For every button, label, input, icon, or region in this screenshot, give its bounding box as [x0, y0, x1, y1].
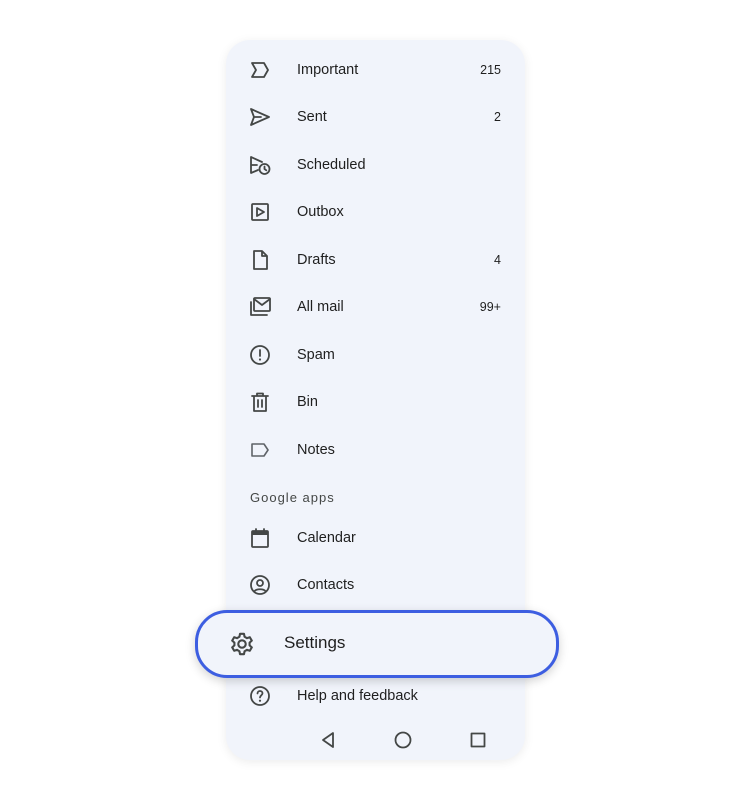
menu-item-label: Spam [297, 347, 335, 363]
menu-item-label: Scheduled [297, 157, 366, 173]
menu-item-label: Drafts [297, 252, 336, 268]
menu-item-label: Sent [297, 109, 327, 125]
menu-item-label: Outbox [297, 204, 344, 220]
spam-icon [248, 343, 272, 367]
scheduled-icon [248, 153, 272, 177]
menu-item-help-and-feedback[interactable]: Help and feedback [226, 676, 525, 716]
home-icon[interactable] [389, 726, 417, 754]
system-navigation-bar [226, 726, 525, 754]
all-mail-icon [248, 295, 272, 319]
send-icon [248, 105, 272, 129]
section-heading-google-apps: Google apps [250, 490, 335, 505]
menu-item-sent[interactable]: Sent 2 [226, 97, 525, 137]
menu-item-notes[interactable]: Notes [226, 430, 525, 470]
menu-item-label: Help and feedback [297, 688, 418, 704]
menu-item-outbox[interactable]: Outbox [226, 192, 525, 232]
unread-count: 2 [494, 110, 501, 124]
trash-icon [248, 390, 272, 414]
recents-icon[interactable] [464, 726, 492, 754]
outbox-icon [248, 200, 272, 224]
unread-count: 99+ [479, 300, 501, 314]
menu-item-all-mail[interactable]: All mail 99+ [226, 287, 525, 327]
settings-label: Settings [284, 633, 346, 652]
menu-item-drafts[interactable]: Drafts 4 [226, 240, 525, 280]
label-icon [248, 438, 272, 462]
back-icon[interactable] [314, 726, 342, 754]
unread-count: 4 [494, 253, 501, 267]
menu-item-important[interactable]: Important 215 [226, 50, 525, 90]
menu-item-calendar[interactable]: Calendar [226, 518, 525, 558]
gear-icon [228, 630, 256, 658]
menu-item-label: Contacts [297, 577, 355, 593]
contacts-icon [248, 573, 272, 597]
menu-item-scheduled[interactable]: Scheduled [226, 145, 525, 185]
help-icon [248, 684, 272, 708]
unread-count: 215 [480, 63, 501, 77]
menu-item-label: Notes [297, 442, 335, 458]
menu-item-label: Important [297, 62, 359, 78]
menu-item-label: Bin [297, 394, 318, 410]
calendar-icon [248, 526, 272, 550]
menu-item-settings[interactable]: Settings [195, 610, 559, 678]
draft-icon [248, 248, 272, 272]
menu-item-contacts[interactable]: Contacts [226, 565, 525, 605]
menu-item-bin[interactable]: Bin [226, 382, 525, 422]
menu-item-label: All mail [297, 299, 344, 315]
menu-item-label: Calendar [297, 530, 356, 546]
menu-item-spam[interactable]: Spam [226, 335, 525, 375]
important-icon [248, 58, 272, 82]
